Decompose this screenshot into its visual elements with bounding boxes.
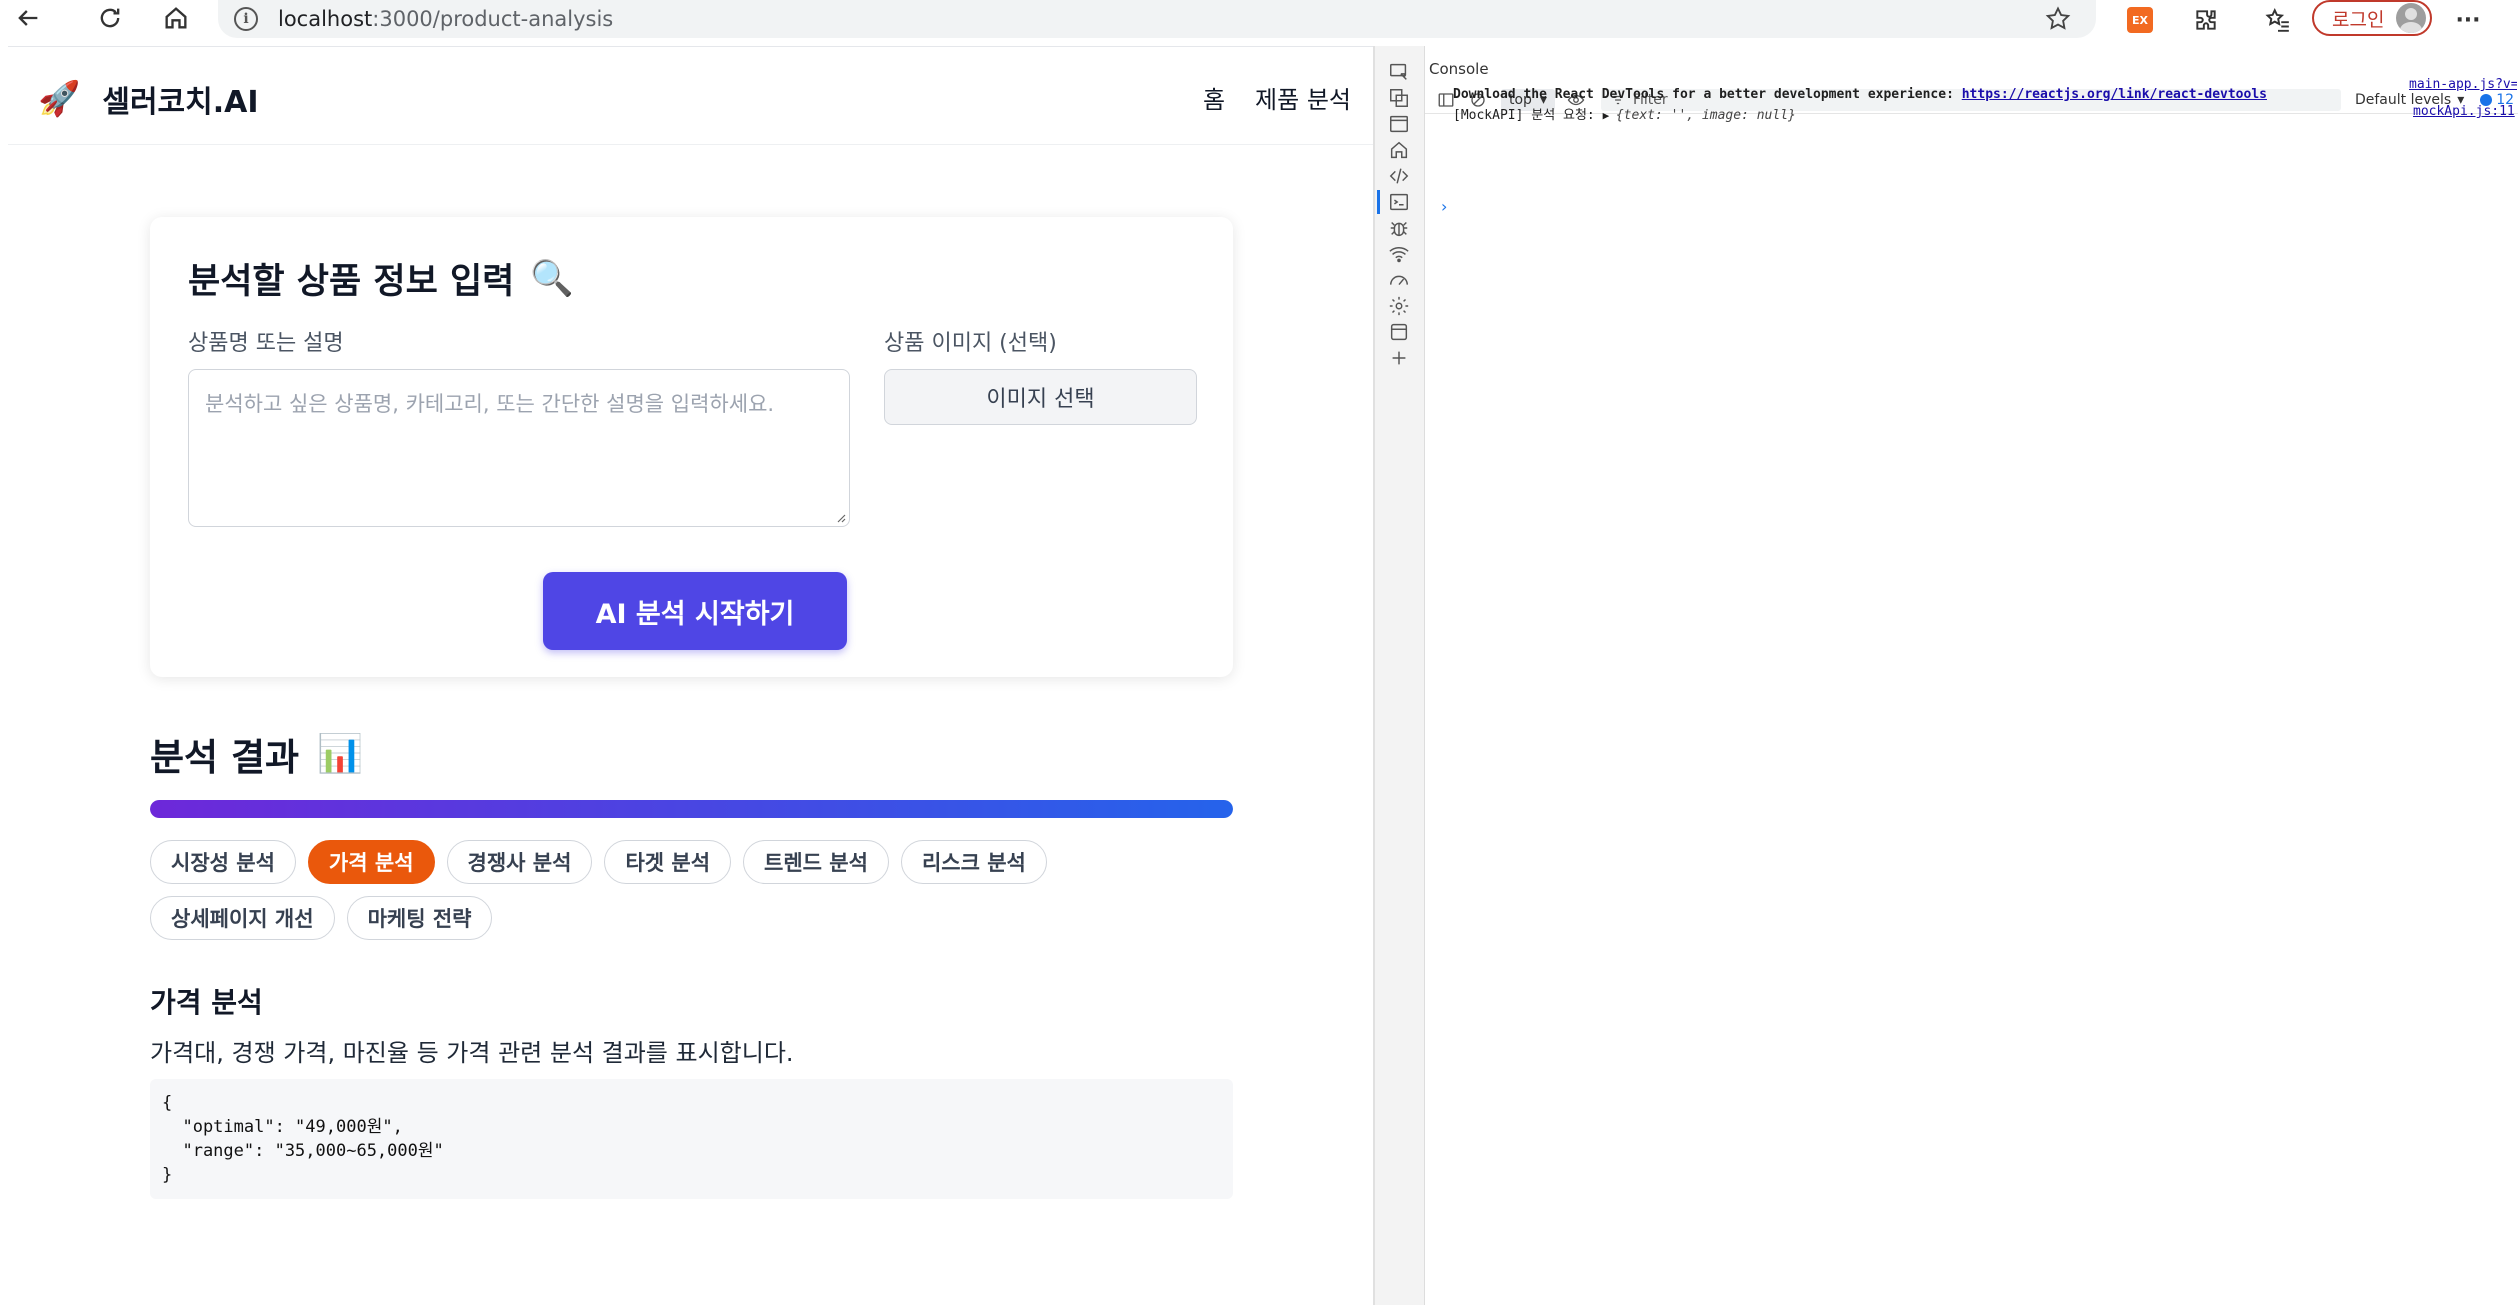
avatar-icon (2396, 3, 2427, 33)
progress-fill (150, 800, 1233, 818)
analysis-tab[interactable]: 가격 분석 (307, 840, 435, 884)
browser-toolbar: i localhost:3000/product-analysis EX 로그인… (0, 0, 2518, 40)
text-field-label: 상품명 또는 설명 (188, 331, 344, 356)
more-menu-label: ··· (2455, 7, 2481, 33)
favorite-star-icon[interactable] (2044, 5, 2072, 33)
console-prompt[interactable]: › (1441, 197, 1447, 216)
favorites-list-icon[interactable] (2262, 4, 2294, 36)
top-nav: 홈 제품 분석 (1203, 80, 1351, 115)
console-message: Download the React DevTools for a better… (1453, 87, 2513, 102)
login-button[interactable]: 로그인 (2312, 0, 2433, 36)
result-code-block: { "optimal": "49,000원", "range": "35,000… (150, 1079, 1233, 1199)
page-viewport: 🚀 셀러코치.AI 홈 제품 분석 분석할 상품 정보 입력 🔍 상품명 또는 … (8, 46, 1373, 1305)
input-card: 분석할 상품 정보 입력 🔍 상품명 또는 설명 분석하고 싶은 상품명, 카테… (150, 217, 1233, 677)
welcome-window-icon[interactable] (1387, 112, 1411, 136)
analysis-tab[interactable]: 상세페이지 개선 (150, 896, 335, 940)
image-select-button[interactable]: 이미지 선택 (884, 369, 1197, 425)
more-menu-icon[interactable]: ··· (2452, 4, 2484, 36)
analysis-tab[interactable]: 트렌드 분석 (743, 840, 889, 884)
rocket-icon: 🚀 (38, 79, 81, 119)
image-field-label: 상품 이미지 (선택) (884, 331, 1057, 356)
app-header: 🚀 셀러코치.AI 홈 제품 분석 (8, 47, 1373, 145)
site-info-icon[interactable]: i (234, 7, 258, 31)
login-label: 로그인 (2332, 8, 2385, 31)
home-icon[interactable] (156, 0, 196, 36)
elements-code-icon[interactable] (1387, 164, 1411, 188)
devtools-panel-title: Console (1429, 60, 1489, 78)
address-bar[interactable]: i localhost:3000/product-analysis (218, 0, 2096, 38)
console-message-text: Download the React DevTools for a better… (1453, 87, 1962, 102)
input-card-title: 분석할 상품 정보 입력 🔍 (188, 253, 574, 304)
console-message: [MockAPI] 분석 요청: ▶ {text: '', image: nul… (1453, 104, 2513, 123)
add-tool-icon[interactable] (1387, 346, 1411, 370)
analysis-tab[interactable]: 타겟 분석 (604, 840, 732, 884)
devtools-activity-bar (1375, 46, 1425, 1305)
magnifier-icon: 🔍 (530, 259, 574, 299)
devtools-panel: Console top ▾ Filter Default levels ▾ 12 (1375, 46, 2518, 1305)
url-text[interactable]: localhost:3000/product-analysis (278, 7, 613, 31)
analysis-progress-bar (150, 800, 1233, 818)
nav-link-product-analysis[interactable]: 제품 분석 (1255, 80, 1351, 115)
settings-gear-icon[interactable] (1387, 294, 1411, 318)
extensions-puzzle-icon[interactable] (2190, 4, 2222, 36)
analysis-tab[interactable]: 경쟁사 분석 (446, 840, 593, 884)
product-description-textarea[interactable]: 분석하고 싶은 상품명, 카테고리, 또는 간단한 설명을 입력하세요. (188, 369, 850, 527)
input-card-title-text: 분석할 상품 정보 입력 (188, 262, 515, 302)
section-title: 가격 분석 (150, 986, 263, 1019)
console-object-preview[interactable]: {text: '', image: null} (1616, 108, 1796, 123)
section-description: 가격대, 경쟁 가격, 마진율 등 가격 관련 분석 결과를 표시합니다. (150, 1039, 794, 1067)
analysis-tabs: 시장성 분석 가격 분석 경쟁사 분석 타겟 분석 트렌드 분석 리스크 분석상세페이지 … (150, 840, 1233, 940)
url-host: localhost (278, 7, 373, 31)
logo-text: 셀러코치.AI (102, 85, 259, 120)
bar-chart-icon: 📊 (317, 732, 364, 775)
analysis-tab[interactable]: 시장성 분석 (150, 840, 296, 884)
url-path: :3000/product-analysis (372, 7, 614, 31)
analysis-tab[interactable]: 리스크 분석 (900, 840, 1047, 884)
performance-gauge-icon[interactable] (1387, 268, 1411, 292)
home-tool-icon[interactable] (1387, 138, 1411, 162)
back-icon[interactable] (8, 0, 48, 36)
inspect-device-icon[interactable] (1387, 60, 1411, 84)
console-message-text: [MockAPI] 분석 요청: (1453, 108, 1603, 123)
start-analysis-button[interactable]: AI 분석 시작하기 (543, 572, 847, 650)
network-wifi-icon[interactable] (1387, 242, 1411, 266)
console-icon[interactable] (1377, 190, 1411, 214)
results-title-text: 분석 결과 (150, 736, 300, 779)
sources-bug-icon[interactable] (1387, 216, 1411, 240)
textarea-placeholder: 분석하고 싶은 상품명, 카테고리, 또는 간단한 설명을 입력하세요. (205, 392, 775, 416)
analysis-tab[interactable]: 마케팅 전략 (346, 896, 493, 940)
extension-ex-label: EX (2127, 7, 2153, 33)
react-devtools-link[interactable]: https://reactjs.org/link/react-devtools (1962, 87, 2267, 102)
device-toggle-icon[interactable] (1387, 86, 1411, 110)
application-window-icon[interactable] (1387, 320, 1411, 344)
extension-ex-icon[interactable]: EX (2124, 4, 2156, 36)
reload-icon[interactable] (90, 0, 130, 36)
resize-grip-icon[interactable] (834, 511, 846, 523)
logo[interactable]: 🚀 셀러코치.AI (38, 77, 259, 121)
results-title: 분석 결과 📊 (150, 727, 363, 781)
nav-link-home[interactable]: 홈 (1203, 80, 1225, 115)
expand-triangle-icon[interactable]: ▶ (1603, 109, 1616, 122)
